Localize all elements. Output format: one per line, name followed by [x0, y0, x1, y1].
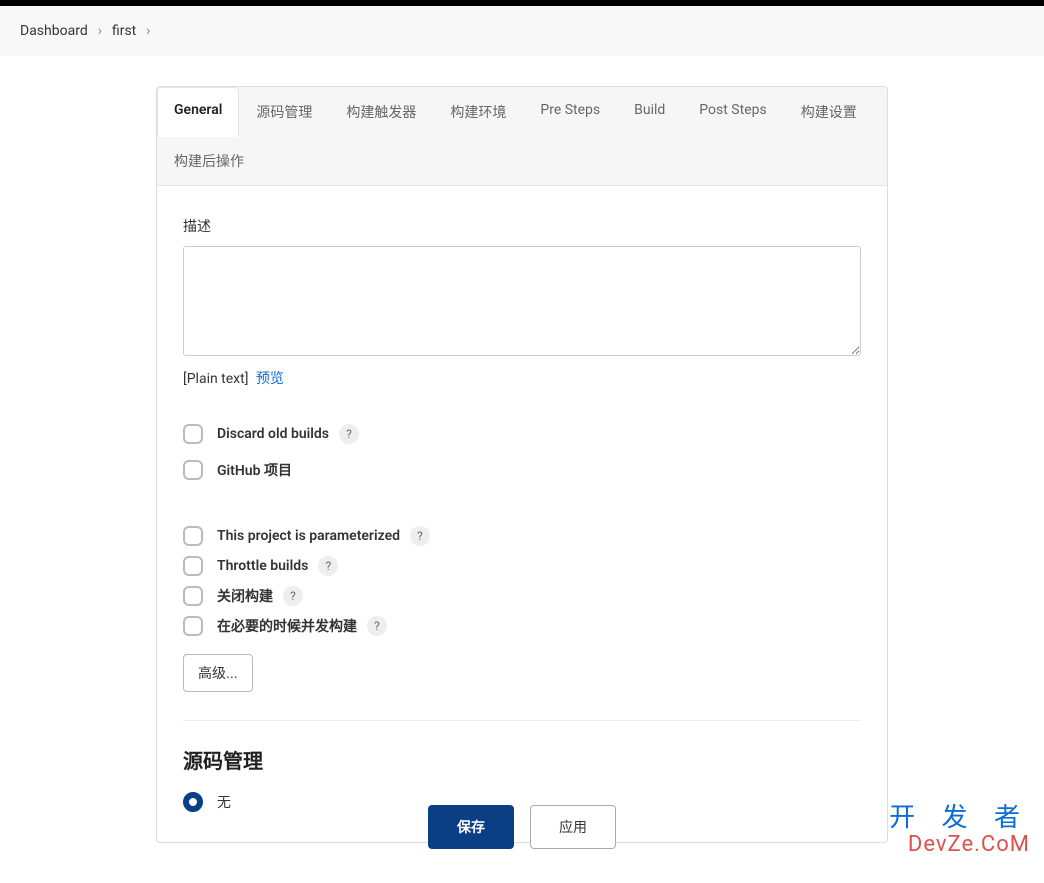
help-icon[interactable]: ? — [367, 616, 387, 636]
help-icon[interactable]: ? — [283, 586, 303, 606]
checkbox-label: GitHub 项目 — [217, 460, 292, 480]
option-concurrent-build: 在必要的时候并发构建 ? — [183, 616, 861, 636]
breadcrumb-item-dashboard[interactable]: Dashboard — [16, 23, 92, 39]
job-config-panel: General 源码管理 构建触发器 构建环境 Pre Steps Build … — [156, 86, 888, 843]
tab-post-steps[interactable]: Post Steps — [682, 87, 783, 137]
advanced-button[interactable]: 高级... — [183, 654, 253, 692]
option-parameterized: This project is parameterized ? — [183, 526, 861, 546]
checkbox-label: Discard old builds — [217, 426, 329, 442]
breadcrumb-item-first[interactable]: first — [108, 23, 140, 39]
checkbox-github-project[interactable] — [183, 460, 203, 480]
option-discard-old-builds: Discard old builds ? — [183, 424, 861, 444]
radio-label: 无 — [217, 792, 231, 812]
tab-build-triggers[interactable]: 构建触发器 — [329, 87, 433, 137]
help-icon[interactable]: ? — [410, 526, 430, 546]
option-github-project: GitHub 项目 — [183, 460, 861, 480]
option-disable-build: 关闭构建 ? — [183, 586, 861, 606]
help-icon[interactable]: ? — [339, 424, 359, 444]
breadcrumb: Dashboard › first › — [0, 6, 1044, 56]
checkbox-label: Throttle builds — [217, 558, 308, 574]
preview-link[interactable]: 预览 — [256, 371, 284, 387]
scm-section-title: 源码管理 — [183, 745, 861, 774]
tab-scm[interactable]: 源码管理 — [239, 87, 329, 137]
checkbox-discard-old-builds[interactable] — [183, 424, 203, 444]
checkbox-label: 在必要的时候并发构建 — [217, 616, 357, 636]
checkbox-label: 关闭构建 — [217, 586, 273, 606]
tab-build-settings[interactable]: 构建设置 — [784, 87, 874, 137]
checkbox-label: This project is parameterized — [217, 528, 400, 544]
checkbox-disable-build[interactable] — [183, 586, 203, 606]
tab-post-build-actions[interactable]: 构建后操作 — [157, 136, 261, 186]
tab-general[interactable]: General — [157, 87, 239, 137]
save-button[interactable]: 保存 — [428, 805, 514, 849]
apply-button[interactable]: 应用 — [530, 805, 616, 849]
description-label: 描述 — [183, 216, 861, 236]
tab-pre-steps[interactable]: Pre Steps — [523, 87, 617, 137]
checkbox-concurrent-build[interactable] — [183, 616, 203, 636]
help-icon[interactable]: ? — [318, 556, 338, 576]
section-divider — [183, 720, 861, 721]
checkbox-throttle-builds[interactable] — [183, 556, 203, 576]
radio-scm-none[interactable] — [183, 792, 203, 812]
tab-build[interactable]: Build — [617, 87, 682, 137]
chevron-right-icon: › — [98, 23, 102, 39]
footer-actions: 保存 应用 — [428, 805, 616, 849]
config-tabs: General 源码管理 构建触发器 构建环境 Pre Steps Build … — [157, 87, 887, 186]
tab-build-environment[interactable]: 构建环境 — [433, 87, 523, 137]
format-label: [Plain text] — [183, 371, 248, 387]
description-textarea[interactable] — [183, 246, 861, 356]
chevron-right-icon: › — [146, 23, 150, 39]
option-throttle-builds: Throttle builds ? — [183, 556, 861, 576]
checkbox-parameterized[interactable] — [183, 526, 203, 546]
